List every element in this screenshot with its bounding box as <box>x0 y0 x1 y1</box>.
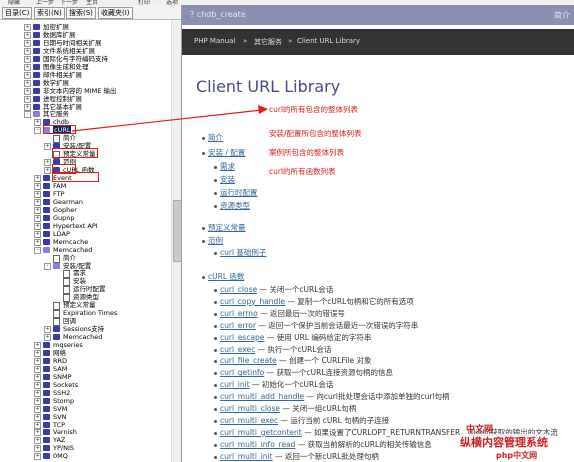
watermark-main: 纵横内容管理系统 <box>460 434 548 450</box>
watermark-bottom: php中文网 <box>496 451 538 460</box>
annotation-arrow <box>71 105 268 132</box>
watermark: 中文网 纵横内容管理系统 php中文网 <box>460 422 574 462</box>
